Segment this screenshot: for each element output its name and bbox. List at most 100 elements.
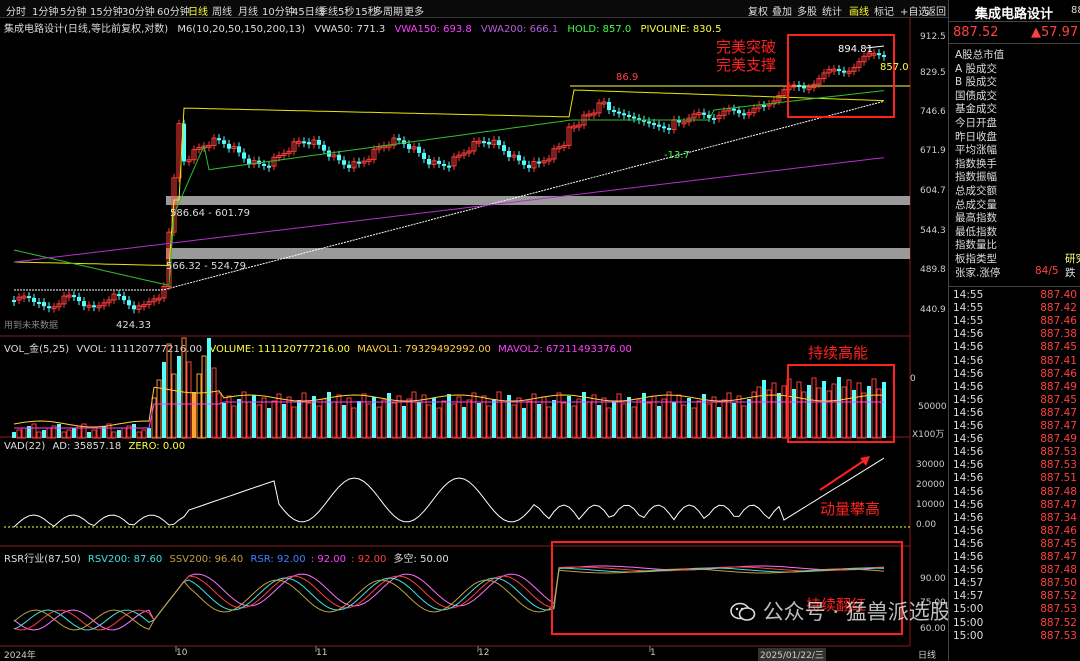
price-ytick: 440.9 <box>920 305 946 315</box>
candle-down <box>347 164 351 168</box>
vol-bar <box>687 398 691 438</box>
vol-bar <box>406 398 412 439</box>
vol-bar <box>222 403 226 438</box>
callout-volume: 持续高能 <box>808 344 869 362</box>
tick-row: 14:56 887.47 <box>949 420 1080 433</box>
vol-bar <box>297 400 301 438</box>
candle-down <box>482 141 486 144</box>
support-band-2 <box>166 248 910 259</box>
vol-bar <box>361 393 367 439</box>
vol-bar <box>586 401 592 439</box>
tick-time: 14:56 <box>953 511 984 524</box>
vol-bar <box>256 404 262 439</box>
momentum-arrow <box>819 457 869 491</box>
vol-bar <box>811 377 817 439</box>
candle-down <box>42 302 46 307</box>
vol-bar <box>192 392 196 438</box>
tick-time: 14:56 <box>953 498 984 511</box>
xaxis-label: 12 <box>478 648 490 658</box>
vol-bar <box>421 394 427 439</box>
vol-bar <box>531 393 537 439</box>
vad-ytick: 20000 <box>916 480 945 490</box>
tick-price: 887.45 <box>1040 341 1077 354</box>
callout-breakout-line1: 完美突破 <box>716 38 777 56</box>
vol-bar <box>552 400 556 438</box>
vol-bar <box>57 424 61 438</box>
tick-row: 15:00 887.53 <box>949 630 1080 643</box>
tick-time: 14:55 <box>953 315 984 328</box>
candle-down <box>322 144 326 151</box>
tick-row: 14:56 887.45 <box>949 341 1080 354</box>
peak-label: 86.9 <box>616 72 639 83</box>
tick-price: 887.53 <box>1040 629 1077 642</box>
high-label: 894.81 <box>838 44 873 55</box>
vol-bar <box>597 405 601 438</box>
vol-bar <box>496 391 502 439</box>
tick-time: 15:00 <box>953 603 984 616</box>
vol-bar <box>511 404 517 439</box>
vol-bar <box>246 401 252 439</box>
candle-down <box>242 152 246 159</box>
vol-bar <box>451 403 457 439</box>
dip-label: -13.7 <box>664 150 690 161</box>
tick-time: 14:56 <box>953 433 984 446</box>
vol-bar <box>196 373 202 439</box>
vol-bar <box>346 397 352 439</box>
candle-down <box>317 139 321 145</box>
vol-bar <box>591 394 597 439</box>
quote-header: 集成电路设计 88132 <box>949 0 1080 22</box>
candle-down <box>882 54 886 57</box>
tick-row: 14:56 887.47 <box>949 551 1080 564</box>
tick-price: 887.45 <box>1040 537 1077 550</box>
xaxis-label: 10 <box>176 648 188 658</box>
vol-bar <box>117 430 121 438</box>
vol-bar <box>432 398 436 438</box>
candle-down <box>357 161 361 164</box>
tick-time: 14:56 <box>953 485 984 498</box>
tick-row: 15:00 887.52 <box>949 617 1080 630</box>
tick-row: 15:00 887.53 <box>949 603 1080 616</box>
vol-bar <box>72 428 76 438</box>
tick-price: 887.53 <box>1040 446 1077 459</box>
candle-down <box>447 165 451 168</box>
candle-down <box>37 301 41 304</box>
vol-bar <box>576 398 582 439</box>
price-change: ▲57.97 <box>1031 25 1079 40</box>
vol-bar <box>316 405 322 439</box>
price-ytick: 544.3 <box>920 226 946 236</box>
candle-down <box>267 165 271 168</box>
vol-bar <box>441 400 447 439</box>
vol-bar <box>231 405 237 439</box>
hold-label: 857.0 <box>880 62 909 73</box>
tick-time: 14:56 <box>953 564 984 577</box>
vol-bar <box>391 402 397 439</box>
vol-bar <box>747 399 751 438</box>
vol-bar <box>516 397 522 439</box>
candle-down <box>732 108 736 111</box>
vol-bar <box>237 399 241 438</box>
vol-bar <box>861 392 867 439</box>
vol-bar <box>252 395 256 438</box>
candle-down <box>237 146 241 153</box>
tick-row: 14:56 887.45 <box>949 538 1080 551</box>
price-ytick: 671.9 <box>920 146 946 156</box>
vol-bar <box>271 400 277 439</box>
tick-time: 14:57 <box>953 590 984 603</box>
vol-bar <box>466 399 472 439</box>
candle-down <box>397 138 401 141</box>
tick-row: 14:56 887.46 <box>949 525 1080 538</box>
candle-down <box>662 126 666 129</box>
vol-bar <box>492 399 496 438</box>
tick-price: 887.49 <box>1040 380 1077 393</box>
candle-down <box>617 111 621 114</box>
tick-price: 887.49 <box>1040 433 1077 446</box>
watermark-text: 公众号 · 猛兽派选股 <box>762 600 951 624</box>
tick-row: 14:56 887.53 <box>949 459 1080 472</box>
candle-down <box>522 160 526 165</box>
vol-bar <box>87 432 91 438</box>
vol-bar <box>612 401 616 438</box>
tick-price: 887.40 <box>1040 289 1077 301</box>
vol-bar <box>762 380 766 438</box>
vol-bar <box>631 406 637 439</box>
tick-row: 14:56 887.41 <box>949 355 1080 368</box>
